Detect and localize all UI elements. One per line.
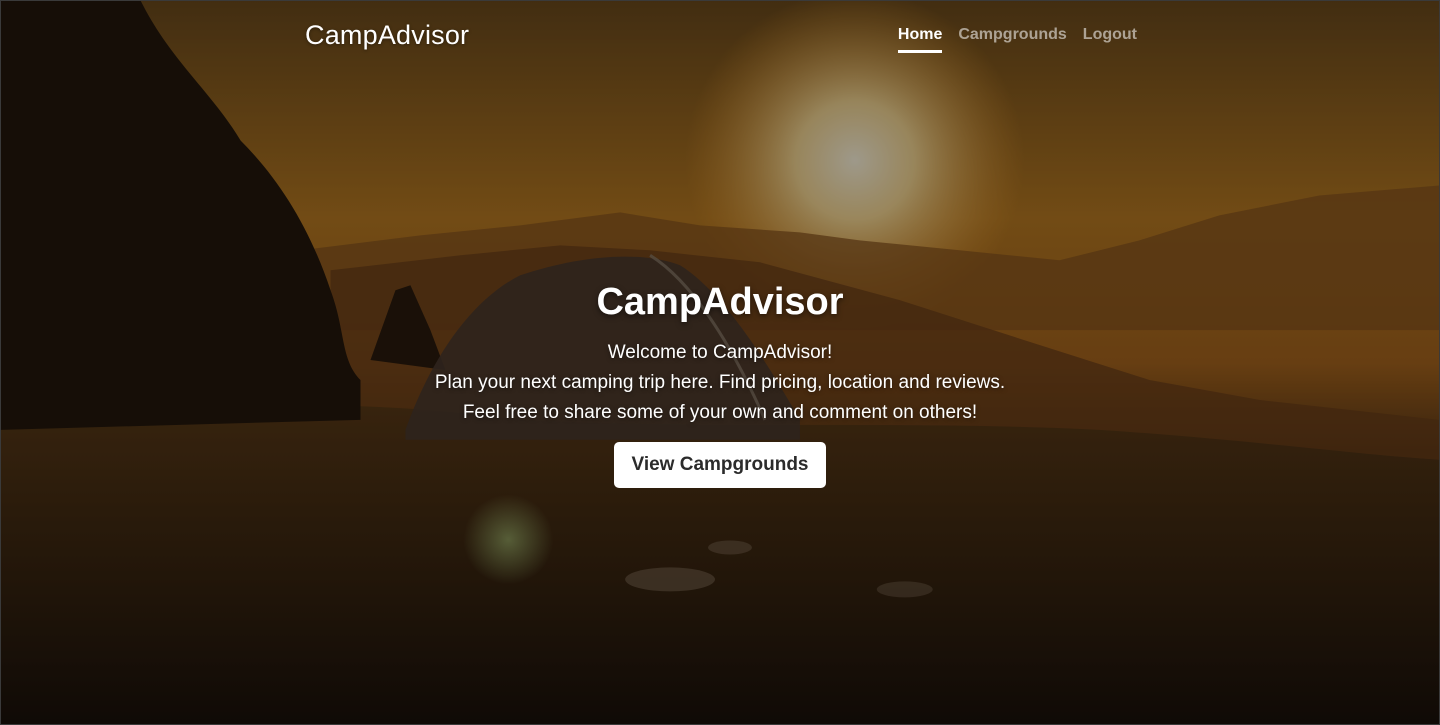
view-campgrounds-button[interactable]: View Campgrounds — [614, 442, 826, 488]
nav-home-link[interactable]: Home — [897, 26, 943, 53]
landing-page: CampAdvisor Home Campgrounds Logout Camp… — [0, 0, 1440, 725]
hero-welcome-line: Welcome to CampAdvisor! — [607, 342, 833, 363]
hero-plan-line: Plan your next camping trip here. Find p… — [434, 372, 1006, 393]
brand-logo-text[interactable]: CampAdvisor — [305, 20, 469, 51]
nav-logout-link[interactable]: Logout — [1083, 26, 1137, 53]
hero-title: CampAdvisor — [596, 281, 844, 323]
site-header: CampAdvisor Home Campgrounds Logout — [305, 1, 1137, 71]
main-nav: Home Campgrounds Logout — [897, 26, 1137, 53]
hero-content: CampAdvisor Welcome to CampAdvisor! Plan… — [1, 281, 1439, 488]
hero-share-line: Feel free to share some of your own and … — [462, 402, 978, 423]
nav-campgrounds-link[interactable]: Campgrounds — [958, 26, 1066, 53]
